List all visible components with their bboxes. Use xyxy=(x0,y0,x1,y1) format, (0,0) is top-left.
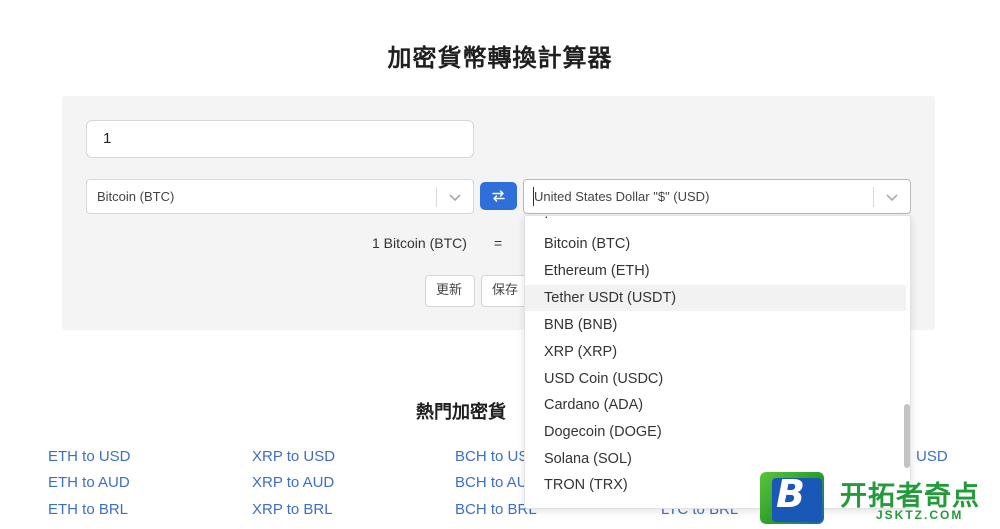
popular-link[interactable]: USD xyxy=(916,448,948,465)
chevron-down-icon[interactable] xyxy=(447,189,463,205)
watermark-text-en: JSKTZ.COM xyxy=(876,508,964,522)
dropdown-option[interactable]: Dogecoin (DOGE) xyxy=(525,419,906,445)
page-title: 加密貨幣轉換計算器 xyxy=(387,44,613,72)
dropdown-option[interactable]: BNB (BNB) xyxy=(525,312,906,338)
watermark-letter: B xyxy=(776,472,805,516)
watermark-logo: B 开拓者奇点 JSKTZ.COM xyxy=(758,470,1000,529)
clipped-option: · xyxy=(544,215,549,224)
from-currency-value: Bitcoin (BTC) xyxy=(97,189,175,204)
dropdown-option[interactable]: Solana (SOL) xyxy=(525,446,906,472)
currency-dropdown-menu[interactable]: · Bitcoin (BTC) Ethereum (ETH) Tether US… xyxy=(524,215,911,509)
popular-conversions-title: 熱門加密貨 xyxy=(416,402,506,423)
chevron-down-icon[interactable] xyxy=(884,189,900,205)
dropdown-option[interactable]: Cardano (ADA) xyxy=(525,392,906,418)
popular-link[interactable]: XRP to BRL xyxy=(252,501,333,518)
amount-input[interactable]: 1 xyxy=(86,120,474,158)
dropdown-option[interactable]: Ethereum (ETH) xyxy=(525,258,906,284)
swap-currencies-button[interactable] xyxy=(480,182,517,210)
popular-link[interactable]: ETH to BRL xyxy=(48,501,128,518)
text-caret xyxy=(533,187,534,206)
update-button[interactable]: 更新 xyxy=(425,275,475,307)
to-currency-select[interactable]: United States Dollar "$" (USD) xyxy=(523,179,911,214)
popular-link[interactable]: ETH to AUD xyxy=(48,474,130,491)
select-separator xyxy=(436,187,437,207)
result-equals: = xyxy=(494,235,503,251)
popular-link[interactable]: XRP to AUD xyxy=(252,474,334,491)
dropdown-option-highlighted[interactable]: Tether USDt (USDT) xyxy=(525,285,906,311)
dropdown-option[interactable]: USD Coin (USDC) xyxy=(525,366,906,392)
select-separator xyxy=(873,187,874,207)
dropdown-option[interactable]: XRP (XRP) xyxy=(525,339,906,365)
popular-link[interactable]: XRP to USD xyxy=(252,448,335,465)
to-currency-value: United States Dollar "$" (USD) xyxy=(534,189,710,204)
popular-link[interactable]: ETH to USD xyxy=(48,448,131,465)
dropdown-option[interactable]: Bitcoin (BTC) xyxy=(525,231,906,257)
from-currency-select[interactable]: Bitcoin (BTC) xyxy=(86,179,474,214)
dropdown-scrollbar[interactable] xyxy=(904,404,910,468)
swap-arrows-icon xyxy=(492,190,505,202)
result-source: 1 Bitcoin (BTC) xyxy=(372,235,467,251)
